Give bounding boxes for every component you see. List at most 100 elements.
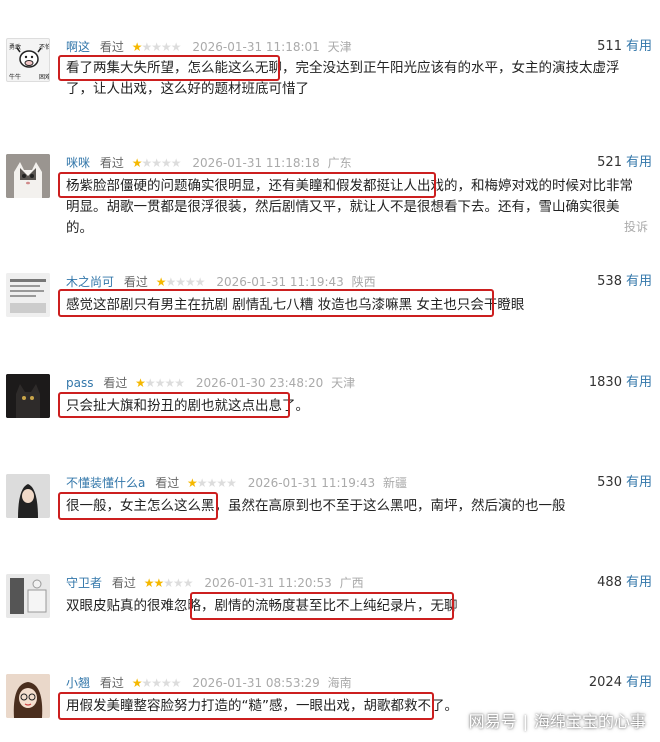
svg-text:困难: 困难 bbox=[39, 73, 50, 81]
watched-label: 看过 bbox=[99, 40, 124, 54]
highlight-box bbox=[58, 289, 494, 317]
useful-vote[interactable]: 488 有用 bbox=[597, 574, 652, 592]
avatar[interactable] bbox=[6, 374, 50, 418]
avatar[interactable]: 勇敢 牛牛 不怕 困难 bbox=[6, 38, 50, 82]
star-empty-icon: ★ bbox=[144, 376, 156, 390]
useful-button[interactable]: 有用 bbox=[626, 575, 652, 590]
review-time: 2026-01-31 11:19:43 bbox=[247, 476, 376, 490]
avatar[interactable] bbox=[6, 273, 50, 317]
highlight-box bbox=[58, 492, 218, 520]
review-meta: 守卫者 看过 ★★★★★ 2026-01-31 11:20:53 广西 bbox=[66, 574, 364, 592]
star-empty-icon: ★ bbox=[182, 576, 194, 590]
review-location: 广西 bbox=[339, 576, 364, 590]
star-filled-icon: ★ bbox=[135, 376, 146, 390]
useful-count: 538 bbox=[597, 274, 622, 289]
star-empty-icon: ★ bbox=[226, 476, 237, 490]
avatar[interactable] bbox=[6, 474, 50, 518]
star-empty-icon: ★ bbox=[160, 156, 172, 170]
watermark: 网易号 | 海绵宝宝的心事 bbox=[469, 708, 646, 732]
review-meta: 啊这 看过 ★★★★★ 2026-01-31 11:18:01 天津 bbox=[66, 38, 352, 56]
review-time: 2026-01-31 11:20:53 bbox=[204, 576, 332, 590]
watermark-brand: 网易号 bbox=[468, 712, 517, 731]
username[interactable]: 小翘 bbox=[66, 676, 90, 690]
star-empty-icon: ★ bbox=[160, 676, 172, 690]
useful-vote[interactable]: 2024 有用 bbox=[589, 674, 652, 692]
star-filled-icon: ★ bbox=[131, 40, 143, 54]
useful-vote[interactable]: 538 有用 bbox=[597, 273, 652, 291]
username[interactable]: 守卫者 bbox=[66, 576, 102, 590]
star-empty-icon: ★ bbox=[151, 156, 162, 170]
star-empty-icon: ★ bbox=[164, 376, 175, 390]
rating-stars: ★★★★★ bbox=[156, 275, 206, 289]
star-filled-icon: ★ bbox=[131, 676, 143, 690]
useful-button[interactable]: 有用 bbox=[626, 675, 652, 690]
star-filled-icon: ★ bbox=[143, 576, 155, 590]
username[interactable]: 啊这 bbox=[66, 40, 90, 54]
useful-count: 488 bbox=[597, 575, 622, 590]
username[interactable]: pass bbox=[66, 376, 93, 390]
star-empty-icon: ★ bbox=[141, 156, 152, 170]
avatar[interactable] bbox=[6, 574, 50, 618]
review-location: 天津 bbox=[331, 376, 356, 390]
review-location: 新疆 bbox=[382, 476, 407, 490]
star-empty-icon: ★ bbox=[154, 376, 166, 390]
watched-label: 看过 bbox=[123, 275, 148, 289]
username[interactable]: 不懂装懂什么a bbox=[66, 476, 145, 490]
highlight-box bbox=[58, 692, 434, 720]
star-empty-icon: ★ bbox=[170, 156, 182, 170]
rating-stars: ★★★★★ bbox=[131, 40, 182, 54]
star-empty-icon: ★ bbox=[165, 275, 176, 289]
star-empty-icon: ★ bbox=[141, 676, 152, 690]
username[interactable]: 咪咪 bbox=[66, 156, 90, 170]
useful-button[interactable]: 有用 bbox=[626, 155, 652, 170]
svg-text:勇敢: 勇敢 bbox=[9, 43, 21, 51]
rating-stars: ★★★★★ bbox=[143, 576, 194, 590]
star-empty-icon: ★ bbox=[196, 476, 208, 490]
useful-vote[interactable]: 530 有用 bbox=[597, 474, 652, 492]
watched-label: 看过 bbox=[99, 156, 124, 170]
review-time: 2026-01-31 11:19:43 bbox=[216, 275, 344, 289]
useful-count: 2024 bbox=[588, 675, 622, 690]
review-meta: 小翘 看过 ★★★★★ 2026-01-31 08:53:29 海南 bbox=[66, 674, 352, 692]
review-location: 广东 bbox=[327, 156, 352, 170]
highlight-box bbox=[190, 592, 454, 620]
avatar[interactable] bbox=[6, 674, 50, 718]
useful-button[interactable]: 有用 bbox=[626, 375, 652, 390]
useful-button[interactable]: 有用 bbox=[626, 475, 652, 490]
watermark-author: 海绵宝宝的心事 bbox=[533, 712, 646, 731]
star-empty-icon: ★ bbox=[206, 476, 218, 490]
useful-vote[interactable]: 1830 有用 bbox=[589, 374, 652, 392]
useful-button[interactable]: 有用 bbox=[626, 39, 652, 54]
useful-vote[interactable]: 521 有用 bbox=[597, 154, 652, 172]
review-time: 2026-01-31 08:53:29 bbox=[192, 676, 320, 690]
watched-label: 看过 bbox=[155, 476, 180, 490]
avatar[interactable] bbox=[6, 154, 50, 198]
highlight-box bbox=[58, 392, 290, 418]
star-empty-icon: ★ bbox=[170, 40, 182, 54]
star-empty-icon: ★ bbox=[170, 676, 182, 690]
rating-stars: ★★★★★ bbox=[132, 156, 182, 170]
star-empty-icon: ★ bbox=[151, 676, 162, 690]
useful-count: 511 bbox=[597, 39, 622, 54]
rating-stars: ★★★★★ bbox=[131, 676, 182, 690]
username[interactable]: 木之尚可 bbox=[66, 275, 114, 289]
star-empty-icon: ★ bbox=[141, 40, 152, 54]
report-link[interactable]: 投诉 bbox=[624, 218, 648, 235]
rating-stars: ★★★★★ bbox=[135, 376, 185, 390]
review-location: 陕西 bbox=[351, 275, 376, 289]
review-meta: 不懂装懂什么a 看过 ★★★★★ 2026-01-31 11:19:43 新疆 bbox=[66, 474, 407, 492]
review-time: 2026-01-31 11:18:18 bbox=[192, 156, 320, 170]
svg-text:牛牛: 牛牛 bbox=[9, 73, 21, 81]
svg-text:不怕: 不怕 bbox=[39, 43, 50, 51]
star-empty-icon: ★ bbox=[160, 40, 172, 54]
useful-vote[interactable]: 511 有用 bbox=[597, 38, 652, 56]
highlight-box bbox=[58, 55, 280, 81]
star-filled-icon: ★ bbox=[153, 576, 164, 590]
review-time: 2026-01-30 23:48:20 bbox=[195, 376, 324, 390]
star-empty-icon: ★ bbox=[184, 275, 196, 289]
rating-stars: ★★★★★ bbox=[187, 476, 237, 490]
star-empty-icon: ★ bbox=[172, 576, 184, 590]
highlight-box bbox=[58, 172, 436, 198]
review-meta: 咪咪 看过 ★★★★★ 2026-01-31 11:18:18 广东 bbox=[66, 154, 352, 172]
useful-button[interactable]: 有用 bbox=[626, 274, 652, 289]
